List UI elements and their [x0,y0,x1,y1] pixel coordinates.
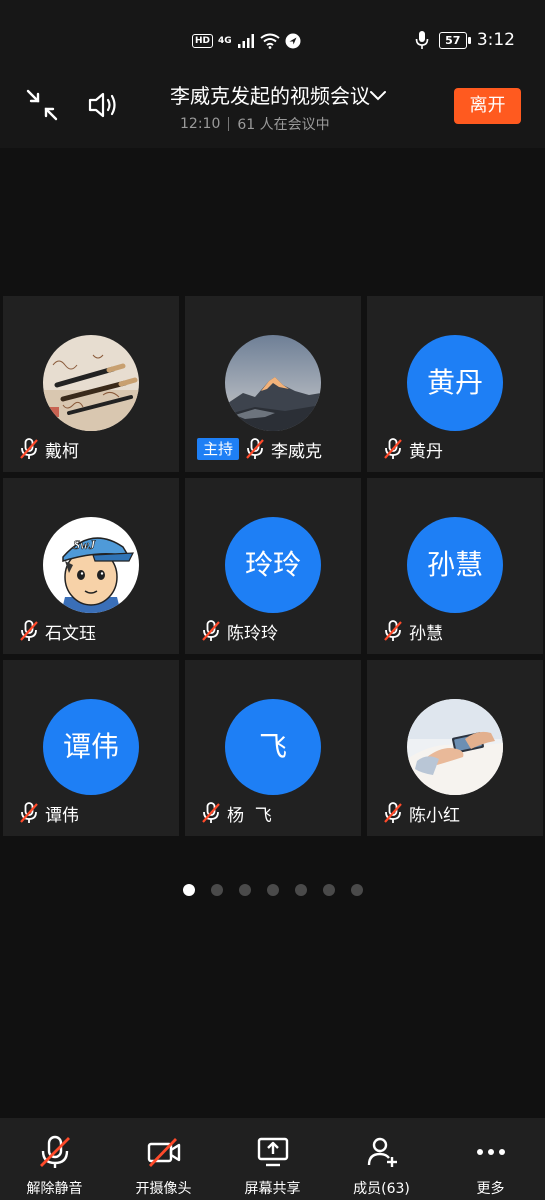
page-dot-active[interactable] [183,884,195,896]
network-type: 4G [218,35,232,46]
avatar: 孙慧 [407,517,503,613]
screen-share-icon [257,1137,288,1167]
cap-logo-text: SwJ [73,537,96,552]
location-icon [285,33,301,49]
page-dot[interactable] [351,884,363,896]
battery-level: 57 [438,31,471,49]
status-bar: HD 4G 57 3:12 [0,0,545,70]
avatar [43,335,139,431]
participant-name-row: 戴柯 [19,437,79,462]
mic-muted-icon [39,1135,70,1168]
clock: 3:12 [476,30,515,50]
hands-phone-photo [407,699,503,795]
participant-tile[interactable]: SwJ 石文珏 [3,478,179,654]
bottom-toolbar: 解除静音 开摄像头 屏幕共享 成员(63) 更多 [0,1118,545,1200]
mic-muted-icon [20,438,38,459]
page-dot[interactable] [239,884,251,896]
page-dot[interactable] [295,884,307,896]
screen-share-button[interactable]: 屏幕共享 [218,1118,327,1200]
avatar: SwJ [43,517,139,613]
participant-name-row: 孙慧 [383,619,443,644]
divider [228,117,230,131]
avatar [225,335,321,431]
chevron-down-icon[interactable] [368,88,388,102]
participant-grid: 戴柯 主持 李威克 黄丹 黄丹 SwJ 石文珏 玲玲 陈玲玲 孙慧 孙慧 谭伟 … [3,296,543,836]
signal-icon [237,34,254,48]
host-badge: 主持 [197,438,240,460]
minimize-icon[interactable] [24,87,60,123]
participant-tile[interactable]: 飞 杨 飞 [185,660,361,836]
more-label: 更多 [476,1181,505,1197]
avatar: 谭伟 [43,699,139,795]
members-label: 成员(63) [353,1181,410,1197]
participant-tile[interactable]: 孙慧 孙慧 [367,478,543,654]
participant-name: 戴柯 [45,441,79,462]
participant-tile[interactable]: 主持 李威克 [185,296,361,472]
meeting-subtitle: 12:10 61 人在会议中 [180,114,330,134]
page-dot[interactable] [211,884,223,896]
mic-muted-icon [246,438,264,459]
camera-button[interactable]: 开摄像头 [109,1118,218,1200]
unmute-label: 解除静音 [26,1181,83,1197]
mic-muted-icon [384,620,402,641]
page-dot[interactable] [323,884,335,896]
avatar: 黄丹 [407,335,503,431]
meeting-title[interactable]: 李威克发起的视频会议 [140,82,400,110]
status-icons-group: HD 4G [192,30,301,52]
mic-muted-icon [384,802,402,823]
participant-tile[interactable]: 戴柯 [3,296,179,472]
participant-name: 杨 飞 [227,805,272,826]
mic-muted-icon [20,620,38,641]
participant-name: 陈小红 [409,805,460,826]
participant-tile[interactable]: 黄丹 黄丹 [367,296,543,472]
participant-name-row: 石文珏 [19,619,96,644]
wifi-icon [260,33,280,49]
avatar [407,699,503,795]
participant-name-row: 杨 飞 [201,801,272,826]
camera-label: 开摄像头 [135,1181,192,1197]
meeting-header: 李威克发起的视频会议 12:10 61 人在会议中 离开 [0,70,545,148]
participant-count: 61 人在会议中 [237,117,330,133]
participant-name-row: 黄丹 [383,437,443,462]
mic-muted-icon [20,802,38,823]
members-button[interactable]: 成员(63) [327,1118,436,1200]
meeting-title-wrap[interactable]: 李威克发起的视频会议 [140,82,400,110]
unmute-button[interactable]: 解除静音 [0,1118,109,1200]
page-dot[interactable] [267,884,279,896]
meeting-duration: 12:10 [180,116,221,132]
camera-off-icon [147,1138,180,1167]
mic-muted-icon [202,620,220,641]
page-indicator[interactable] [183,884,363,896]
mic-muted-icon [202,802,220,823]
participant-name: 石文珏 [45,623,96,644]
calligraphy-photo [43,335,139,431]
mic-muted-icon [384,438,402,459]
microphone-indicator-icon [415,31,429,49]
participant-name: 孙慧 [409,623,443,644]
participant-name-row: 陈小红 [383,801,460,826]
participant-name-row: 陈玲玲 [201,619,278,644]
hd-indicator: HD [192,34,214,48]
more-icon [476,1149,505,1155]
add-member-icon [367,1137,397,1167]
participant-name: 谭伟 [45,805,79,826]
participant-tile[interactable]: 陈小红 [367,660,543,836]
participant-name: 黄丹 [409,441,443,462]
participant-name: 陈玲玲 [227,623,278,644]
mountain-photo [225,335,321,431]
participant-name-row: 主持 李威克 [197,437,323,462]
participant-tile[interactable]: 谭伟 谭伟 [3,660,179,836]
participant-name-row: 谭伟 [19,801,79,826]
participant-tile[interactable]: 玲玲 陈玲玲 [185,478,361,654]
cartoon-boy-avatar: SwJ [43,517,139,613]
status-right-group: 57 3:12 [415,28,515,52]
leave-button[interactable]: 离开 [454,88,521,124]
avatar: 玲玲 [225,517,321,613]
more-button[interactable]: 更多 [436,1118,545,1200]
speaker-icon[interactable] [86,87,122,123]
avatar: 飞 [225,699,321,795]
participant-name: 李威克 [271,441,323,462]
screen-share-label: 屏幕共享 [244,1181,301,1197]
